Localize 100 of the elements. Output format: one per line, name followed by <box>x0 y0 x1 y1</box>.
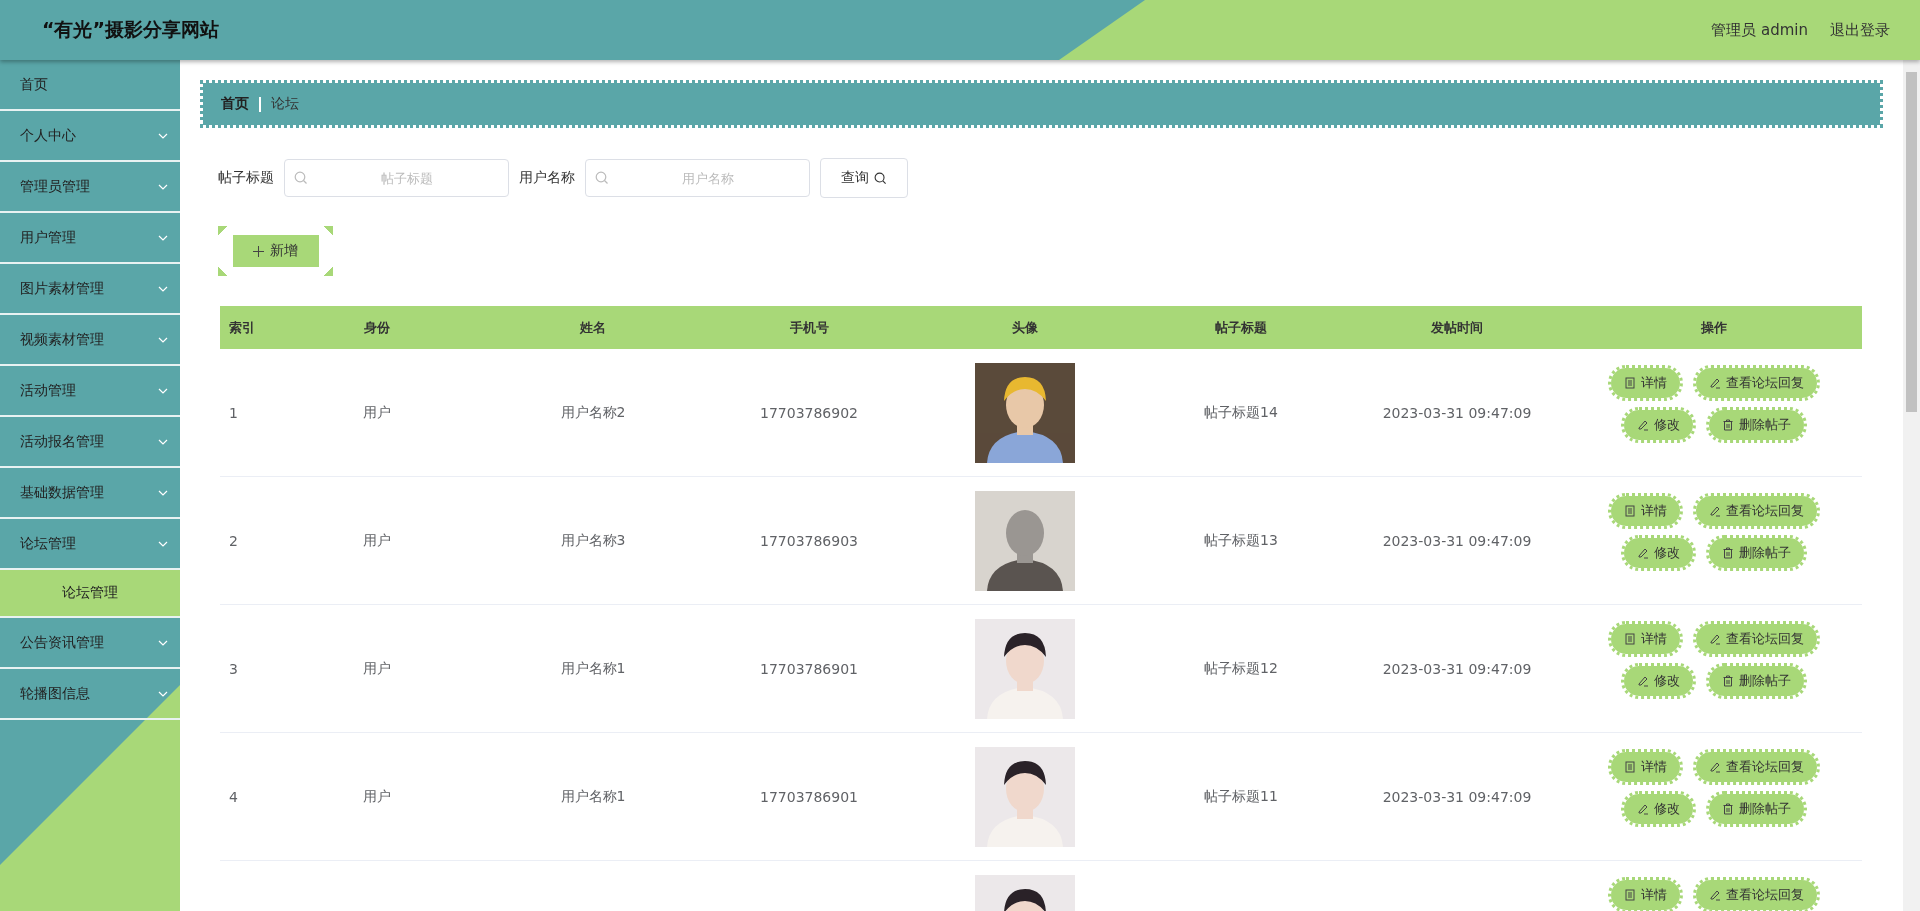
column-header: 姓名 <box>579 318 607 337</box>
sidebar-item[interactable]: 用户管理 <box>0 213 180 264</box>
table-cell: 4 <box>229 788 238 805</box>
table-cell: 帖子标题13 <box>1204 531 1278 550</box>
sidebar-item[interactable]: 首页 <box>0 60 180 111</box>
admin-label: 管理员 admin <box>1711 20 1808 40</box>
sidebar-item[interactable]: 管理员管理 <box>0 162 180 213</box>
pencil-icon <box>1708 761 1721 773</box>
search-icon <box>874 171 887 185</box>
edit-button[interactable]: 修改 <box>1620 663 1696 699</box>
add-button[interactable]: 新增 <box>218 226 333 276</box>
delete-button[interactable]: 删除帖子 <box>1705 791 1807 827</box>
chevron-icon <box>158 285 168 292</box>
trash-icon <box>1721 675 1734 687</box>
chevron-icon <box>158 690 168 697</box>
table-cell: 2023-03-31 09:47:09 <box>1382 788 1532 805</box>
logout-link[interactable]: 退出登录 <box>1830 20 1890 40</box>
delete-button[interactable]: 删除帖子 <box>1705 407 1807 443</box>
chevron-icon <box>158 387 168 394</box>
column-header: 操作 <box>1699 318 1728 337</box>
delete-button[interactable]: 删除帖子 <box>1705 535 1807 571</box>
reply-button[interactable]: 查看论坛回复 <box>1692 749 1820 785</box>
table-cell: 用户名称2 <box>560 403 626 422</box>
table-cell: 用户 <box>363 787 391 806</box>
table-cell: 1 <box>229 404 238 421</box>
column-header: 发帖时间 <box>1430 318 1484 337</box>
pencil-icon <box>1708 633 1721 645</box>
sidebar-item[interactable]: 基础数据管理 <box>0 468 180 519</box>
detail-button[interactable]: 详情 <box>1607 877 1683 911</box>
sidebar-item[interactable]: 轮播图信息 <box>0 669 180 720</box>
chevron-icon <box>158 489 168 496</box>
pencil-icon <box>1708 889 1721 901</box>
column-header: 头像 <box>1011 318 1039 337</box>
detail-button[interactable]: 详情 <box>1607 365 1683 401</box>
trash-icon <box>1721 547 1734 559</box>
sidebar-item[interactable]: 个人中心 <box>0 111 180 162</box>
edit-button[interactable]: 修改 <box>1620 791 1696 827</box>
reply-button[interactable]: 查看论坛回复 <box>1692 365 1820 401</box>
sidebar-item[interactable]: 活动管理 <box>0 366 180 417</box>
detail-button[interactable]: 详情 <box>1607 493 1683 529</box>
sidebar-item[interactable]: 视频素材管理 <box>0 315 180 366</box>
breadcrumb-separator <box>259 96 261 112</box>
table-cell: 用户名称1 <box>560 659 626 678</box>
reply-button[interactable]: 查看论坛回复 <box>1692 493 1820 529</box>
scroll-bar[interactable] <box>1903 60 1920 911</box>
search-icon <box>294 171 308 185</box>
table-cell: 3 <box>229 660 238 677</box>
detail-button[interactable]: 详情 <box>1607 749 1683 785</box>
table-cell: 用户 <box>363 659 391 678</box>
table-cell: 17703786901 <box>760 660 858 677</box>
document-icon <box>1623 889 1636 901</box>
sidebar-subitem[interactable]: 论坛管理 <box>0 570 180 618</box>
table-cell: 用户名称3 <box>560 531 626 550</box>
table-cell: 用户名称1 <box>560 787 626 806</box>
document-icon <box>1623 761 1636 773</box>
column-header: 帖子标题 <box>1214 318 1268 337</box>
pencil-icon <box>1636 419 1649 431</box>
field-label: 帖子标题 <box>218 169 274 187</box>
column-header: 索引 <box>228 318 256 337</box>
column-header: 手机号 <box>788 318 830 337</box>
chevron-icon <box>158 183 168 190</box>
chevron-icon <box>158 132 168 139</box>
search-field[interactable]: 帖子标题 <box>284 159 509 197</box>
chevron-icon <box>158 438 168 445</box>
pencil-icon <box>1636 547 1649 559</box>
field-label: 用户名称 <box>519 169 575 187</box>
site-title: “有光”摄影分享网站 <box>42 17 219 42</box>
table-cell: 帖子标题14 <box>1204 403 1278 422</box>
column-header: 身份 <box>363 318 391 337</box>
query-button[interactable]: 查询 <box>820 158 908 198</box>
table-cell: 用户 <box>363 403 391 422</box>
search-field[interactable]: 用户名称 <box>585 159 810 197</box>
sidebar-item[interactable]: 图片素材管理 <box>0 264 180 315</box>
edit-button[interactable]: 修改 <box>1620 407 1696 443</box>
chevron-icon <box>158 540 168 547</box>
table-cell: 帖子标题12 <box>1204 659 1278 678</box>
edit-button[interactable]: 修改 <box>1620 535 1696 571</box>
pencil-icon <box>1636 803 1649 815</box>
table-cell: 17703786903 <box>760 532 858 549</box>
chevron-icon <box>158 336 168 343</box>
chevron-icon <box>158 234 168 241</box>
table-cell: 帖子标题11 <box>1204 787 1278 806</box>
sidebar-item[interactable]: 活动报名管理 <box>0 417 180 468</box>
trash-icon <box>1721 419 1734 431</box>
breadcrumb-link[interactable]: 首页 <box>221 95 249 113</box>
reply-button[interactable]: 查看论坛回复 <box>1692 621 1820 657</box>
breadcrumb-link[interactable]: 论坛 <box>271 95 299 113</box>
chevron-icon <box>158 639 168 646</box>
reply-button[interactable]: 查看论坛回复 <box>1692 877 1820 911</box>
search-icon <box>595 171 609 185</box>
pencil-icon <box>1708 505 1721 517</box>
plus-icon <box>253 245 264 257</box>
detail-button[interactable]: 详情 <box>1607 621 1683 657</box>
sidebar-item[interactable]: 公告资讯管理 <box>0 618 180 669</box>
table-cell: 17703786901 <box>760 788 858 805</box>
delete-button[interactable]: 删除帖子 <box>1705 663 1807 699</box>
pencil-icon <box>1636 675 1649 687</box>
table-cell: 2023-03-31 09:47:09 <box>1382 404 1532 421</box>
document-icon <box>1623 633 1636 645</box>
table-cell: 17703786902 <box>760 404 858 421</box>
